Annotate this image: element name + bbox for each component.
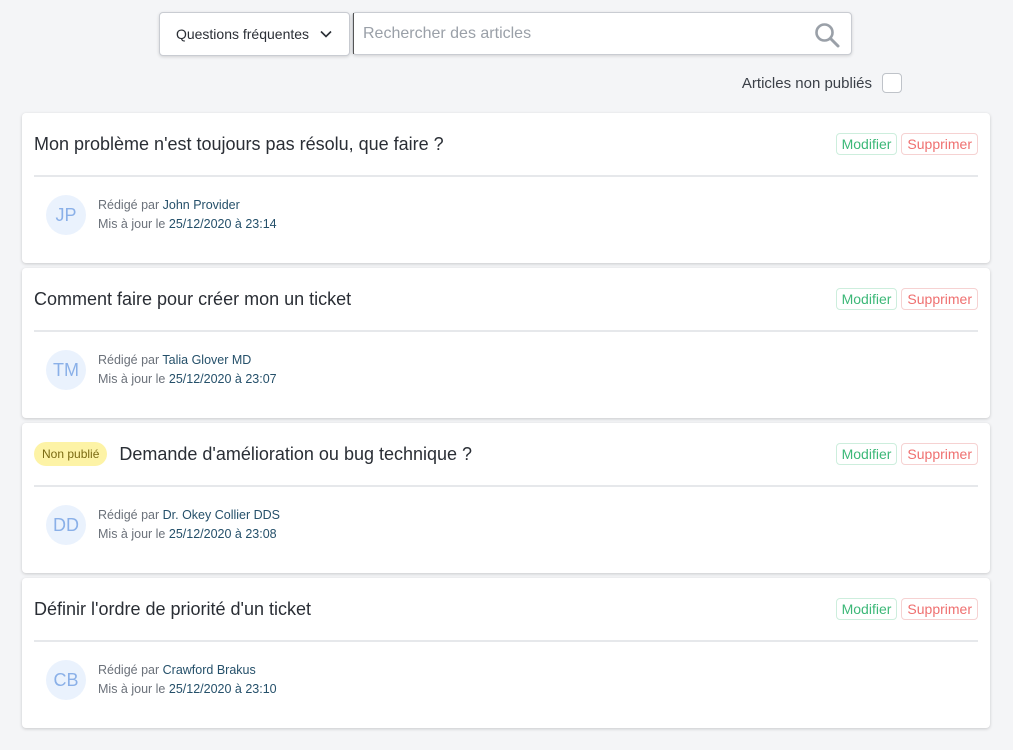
updated-date: 25/12/2020 à 23:08 — [168, 527, 277, 541]
category-dropdown[interactable]: Questions fréquentes — [159, 12, 350, 56]
search-bar: Questions fréquentes — [159, 12, 852, 56]
edit-button[interactable]: Modifier — [835, 598, 898, 620]
unpublished-checkbox[interactable] — [882, 73, 902, 93]
updated-date: 25/12/2020 à 23:10 — [168, 682, 277, 696]
category-dropdown-label: Questions fréquentes — [175, 26, 310, 42]
search-icon[interactable] — [813, 21, 841, 49]
written-by-label: Rédigé par — [98, 353, 160, 367]
article-meta: CB Rédigé par Crawford Brakus Mis à jour… — [34, 642, 978, 700]
updated-date: 25/12/2020 à 23:14 — [168, 217, 277, 231]
article-title[interactable]: Comment faire pour créer mon un ticket — [34, 289, 351, 310]
article-title[interactable]: Mon problème n'est toujours pas résolu, … — [34, 134, 444, 155]
article-card: Comment faire pour créer mon un ticket M… — [22, 268, 990, 418]
article-header: Comment faire pour créer mon un ticket M… — [34, 268, 978, 332]
avatar: TM — [46, 350, 86, 390]
article-actions: Modifier Supprimer — [835, 443, 978, 465]
article-title[interactable]: Demande d'amélioration ou bug technique … — [119, 444, 472, 465]
author-name: John Provider — [162, 198, 240, 212]
author-name: Dr. Okey Collier DDS — [162, 508, 281, 522]
article-info: Rédigé par John Provider Mis à jour le 2… — [98, 196, 277, 234]
avatar: JP — [46, 195, 86, 235]
chevron-down-icon — [320, 30, 332, 38]
updated-on-label: Mis à jour le — [98, 372, 166, 386]
article-header: Définir l'ordre de priorité d'un ticket … — [34, 578, 978, 642]
unpublished-badge: Non publié — [34, 442, 108, 466]
updated-date: 25/12/2020 à 23:07 — [168, 372, 277, 386]
search-input[interactable] — [353, 13, 793, 54]
edit-button[interactable]: Modifier — [835, 443, 898, 465]
author-name: Talia Glover MD — [162, 353, 252, 367]
written-by-label: Rédigé par — [98, 508, 160, 522]
article-card: Non publié Demande d'amélioration ou bug… — [22, 423, 990, 573]
edit-button[interactable]: Modifier — [835, 133, 898, 155]
article-card: Définir l'ordre de priorité d'un ticket … — [22, 578, 990, 728]
article-meta: TM Rédigé par Talia Glover MD Mis à jour… — [34, 332, 978, 390]
updated-on-label: Mis à jour le — [98, 527, 166, 541]
avatar: CB — [46, 660, 86, 700]
article-header: Non publié Demande d'amélioration ou bug… — [34, 423, 978, 487]
written-by-label: Rédigé par — [98, 198, 160, 212]
written-by-label: Rédigé par — [98, 663, 160, 677]
delete-button[interactable]: Supprimer — [901, 288, 978, 310]
article-info: Rédigé par Crawford Brakus Mis à jour le… — [98, 661, 277, 699]
article-meta: JP Rédigé par John Provider Mis à jour l… — [34, 177, 978, 235]
article-actions: Modifier Supprimer — [835, 288, 978, 310]
article-card: Mon problème n'est toujours pas résolu, … — [22, 113, 990, 263]
article-info: Rédigé par Talia Glover MD Mis à jour le… — [98, 351, 277, 389]
unpublished-filter-label: Articles non publiés — [741, 74, 872, 92]
updated-on-label: Mis à jour le — [98, 217, 166, 231]
article-list: Mon problème n'est toujours pas résolu, … — [22, 113, 990, 733]
article-header: Mon problème n'est toujours pas résolu, … — [34, 113, 978, 177]
search-field — [352, 12, 852, 55]
delete-button[interactable]: Supprimer — [901, 133, 978, 155]
unpublished-filter: Articles non publiés — [742, 73, 902, 93]
author-name: Crawford Brakus — [162, 663, 256, 677]
article-actions: Modifier Supprimer — [835, 133, 978, 155]
avatar: DD — [46, 505, 86, 545]
delete-button[interactable]: Supprimer — [901, 598, 978, 620]
article-info: Rédigé par Dr. Okey Collier DDS Mis à jo… — [98, 506, 280, 544]
edit-button[interactable]: Modifier — [835, 288, 898, 310]
article-title[interactable]: Définir l'ordre de priorité d'un ticket — [34, 599, 311, 620]
article-meta: DD Rédigé par Dr. Okey Collier DDS Mis à… — [34, 487, 978, 545]
updated-on-label: Mis à jour le — [98, 682, 166, 696]
delete-button[interactable]: Supprimer — [901, 443, 978, 465]
article-actions: Modifier Supprimer — [835, 598, 978, 620]
